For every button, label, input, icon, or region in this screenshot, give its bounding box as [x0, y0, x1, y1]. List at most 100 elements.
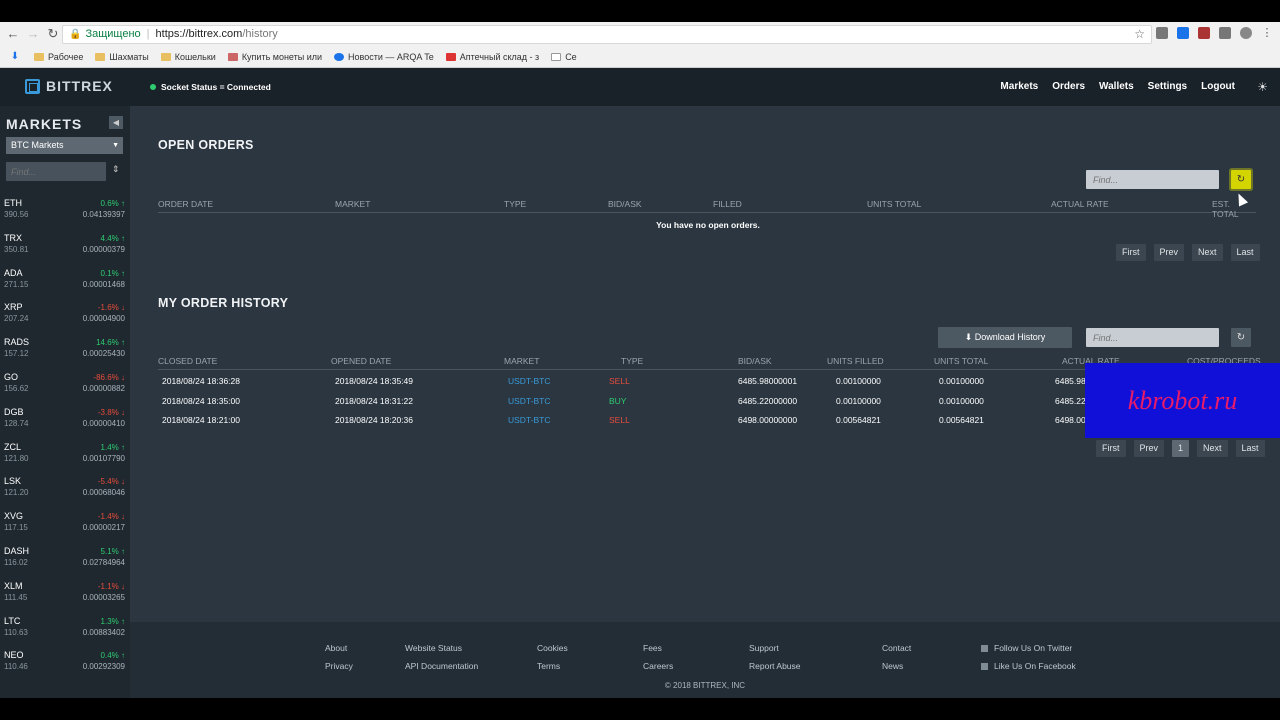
- reload-icon[interactable]: ↻: [46, 27, 60, 41]
- address-bar[interactable]: 🔒 Защищено | https://bittrex.com/history…: [62, 25, 1152, 44]
- market-row[interactable]: ETH 390.56 0.6% ↑ 0.04139397: [0, 196, 130, 231]
- col-bid-ask[interactable]: BID/ASK: [738, 356, 772, 366]
- cell-market[interactable]: USDT-BTC: [508, 376, 551, 386]
- market-row[interactable]: XLM 111.45 -1.1% ↓ 0.00003265: [0, 579, 130, 614]
- nav-logout[interactable]: Logout: [1201, 81, 1235, 92]
- footer-careers[interactable]: Careers: [643, 658, 673, 676]
- footer-fees[interactable]: Fees: [643, 640, 673, 658]
- coin-icon: [227, 53, 238, 61]
- bookmark-item[interactable]: Рабочее: [34, 52, 83, 62]
- bookmark-item[interactable]: Се: [551, 52, 577, 62]
- mail-extension-icon[interactable]: [1156, 27, 1168, 39]
- footer-news[interactable]: News: [882, 658, 911, 676]
- open-orders-search-input[interactable]: [1086, 170, 1219, 189]
- cell-market[interactable]: USDT-BTC: [508, 396, 551, 406]
- col-type[interactable]: TYPE: [504, 199, 526, 209]
- pager-next[interactable]: Next: [1192, 244, 1223, 261]
- footer-website-status[interactable]: Website Status: [405, 640, 478, 658]
- browser-menu-icon[interactable]: ⋮: [1261, 27, 1273, 39]
- settings-extension-icon[interactable]: [1240, 27, 1252, 39]
- market-row[interactable]: XRP 207.24 -1.6% ↓ 0.00004900: [0, 300, 130, 335]
- open-orders-refresh-button[interactable]: ↻: [1231, 170, 1251, 189]
- collapse-sidebar-icon[interactable]: ◀: [109, 116, 123, 129]
- nav-markets[interactable]: Markets: [1000, 81, 1038, 92]
- col-order-date[interactable]: ORDER DATE: [158, 199, 213, 209]
- cell-rate: 6498.00: [1055, 415, 1086, 425]
- pager-next[interactable]: Next: [1197, 440, 1228, 457]
- col-opened-date[interactable]: OPENED DATE: [331, 356, 391, 366]
- pager-prev[interactable]: Prev: [1153, 244, 1185, 261]
- order-history-search-input[interactable]: [1086, 328, 1219, 347]
- back-icon[interactable]: ←: [6, 27, 20, 41]
- col-units-total[interactable]: UNITS TOTAL: [934, 356, 988, 366]
- footer-cookies[interactable]: Cookies: [537, 640, 568, 658]
- window-extension-icon[interactable]: [1177, 27, 1189, 39]
- market-row[interactable]: XVG 117.15 -1.4% ↓ 0.00000217: [0, 509, 130, 544]
- open-orders-title: OPEN ORDERS: [158, 138, 254, 152]
- market-row[interactable]: RADS 157.12 14.6% ↑ 0.00025430: [0, 335, 130, 370]
- sort-icon[interactable]: ⇕: [112, 164, 120, 175]
- apps-icon[interactable]: ⬇: [8, 50, 22, 64]
- footer-about[interactable]: About: [325, 640, 353, 658]
- footer-api-docs[interactable]: API Documentation: [405, 658, 478, 676]
- order-history-refresh-button[interactable]: ↻: [1231, 328, 1251, 347]
- col-units-total[interactable]: UNITS TOTAL: [867, 199, 921, 209]
- market-row[interactable]: ZCL 121.80 1.4% ↑ 0.00107790: [0, 440, 130, 475]
- market-search-input[interactable]: [6, 162, 106, 181]
- col-filled[interactable]: FILLED: [713, 199, 742, 209]
- market-row[interactable]: DGB 128.74 -3.8% ↓ 0.00000410: [0, 405, 130, 440]
- market-row[interactable]: GO 156.62 -86.6% ↓ 0.00000882: [0, 370, 130, 405]
- bookmark-label: Рабочее: [48, 52, 84, 62]
- forward-icon[interactable]: →: [26, 27, 40, 41]
- download-history-button[interactable]: ⬇ Download History: [938, 327, 1072, 348]
- footer-support[interactable]: Support: [749, 640, 801, 658]
- footer-privacy[interactable]: Privacy: [325, 658, 353, 676]
- pager-first[interactable]: First: [1096, 440, 1126, 457]
- footer-facebook[interactable]: Like Us On Facebook: [981, 658, 1076, 676]
- bookmark-item[interactable]: Купить монеты или: [227, 52, 322, 62]
- market-row[interactable]: LSK 121.20 -5.4% ↓ 0.00068046: [0, 474, 130, 509]
- url-host: https://bittrex.com: [155, 28, 243, 40]
- bookmark-item[interactable]: Шахматы: [95, 52, 149, 62]
- col-market[interactable]: MARKET: [504, 356, 539, 366]
- col-est-total[interactable]: EST. TOTAL: [1212, 199, 1256, 219]
- grid-extension-icon[interactable]: [1219, 27, 1231, 39]
- nav-settings[interactable]: Settings: [1148, 81, 1187, 92]
- bookmark-item[interactable]: Аптечный склад - з: [445, 52, 539, 62]
- market-row[interactable]: LTC 110.63 1.3% ↑ 0.00883402: [0, 614, 130, 649]
- pager-page-1[interactable]: 1: [1172, 440, 1190, 457]
- cell-type: BUY: [609, 395, 627, 406]
- market-price: 0.00000882: [82, 383, 125, 393]
- nav-orders[interactable]: Orders: [1052, 81, 1085, 92]
- market-change: -5.4% ↓: [97, 477, 125, 487]
- market-row[interactable]: TRX 350.81 4.4% ↑ 0.00000379: [0, 231, 130, 266]
- footer-col: Contact News: [882, 640, 911, 675]
- nav-wallets[interactable]: Wallets: [1099, 81, 1134, 92]
- market-select[interactable]: BTC Markets ▼: [6, 137, 123, 154]
- footer-twitter[interactable]: Follow Us On Twitter: [981, 640, 1076, 658]
- footer-contact[interactable]: Contact: [882, 640, 911, 658]
- cell-closed: 2018/08/24 18:21:00: [162, 415, 240, 425]
- pager-last[interactable]: Last: [1230, 244, 1260, 261]
- market-row[interactable]: NEO 110.46 0.4% ↑ 0.00292309: [0, 648, 130, 683]
- bittrex-logo[interactable]: BITTREX: [25, 78, 113, 94]
- col-actual-rate[interactable]: ACTUAL RATE: [1051, 199, 1109, 209]
- pager-prev[interactable]: Prev: [1133, 440, 1165, 457]
- col-type[interactable]: TYPE: [621, 356, 643, 366]
- col-bid-ask[interactable]: BID/ASK: [608, 199, 642, 209]
- col-closed-date[interactable]: CLOSED DATE: [158, 356, 217, 366]
- col-units-filled[interactable]: UNITS FILLED: [827, 356, 884, 366]
- col-market[interactable]: MARKET: [335, 199, 370, 209]
- pager-first[interactable]: First: [1116, 244, 1146, 261]
- theme-toggle-icon[interactable]: ☀: [1257, 80, 1268, 94]
- market-row[interactable]: DASH 116.02 5.1% ↑ 0.02784964: [0, 544, 130, 579]
- footer-terms[interactable]: Terms: [537, 658, 568, 676]
- bookmark-star-icon[interactable]: ☆: [1134, 26, 1145, 43]
- market-row[interactable]: ADA 271.15 0.1% ↑ 0.00001468: [0, 266, 130, 301]
- bookmark-item[interactable]: Кошельки: [160, 52, 216, 62]
- footer-report-abuse[interactable]: Report Abuse: [749, 658, 801, 676]
- cell-market[interactable]: USDT-BTC: [508, 415, 551, 425]
- pager-last[interactable]: Last: [1235, 440, 1265, 457]
- camera-extension-icon[interactable]: [1198, 27, 1210, 39]
- bookmark-item[interactable]: Новости — ARQA Te: [334, 52, 434, 62]
